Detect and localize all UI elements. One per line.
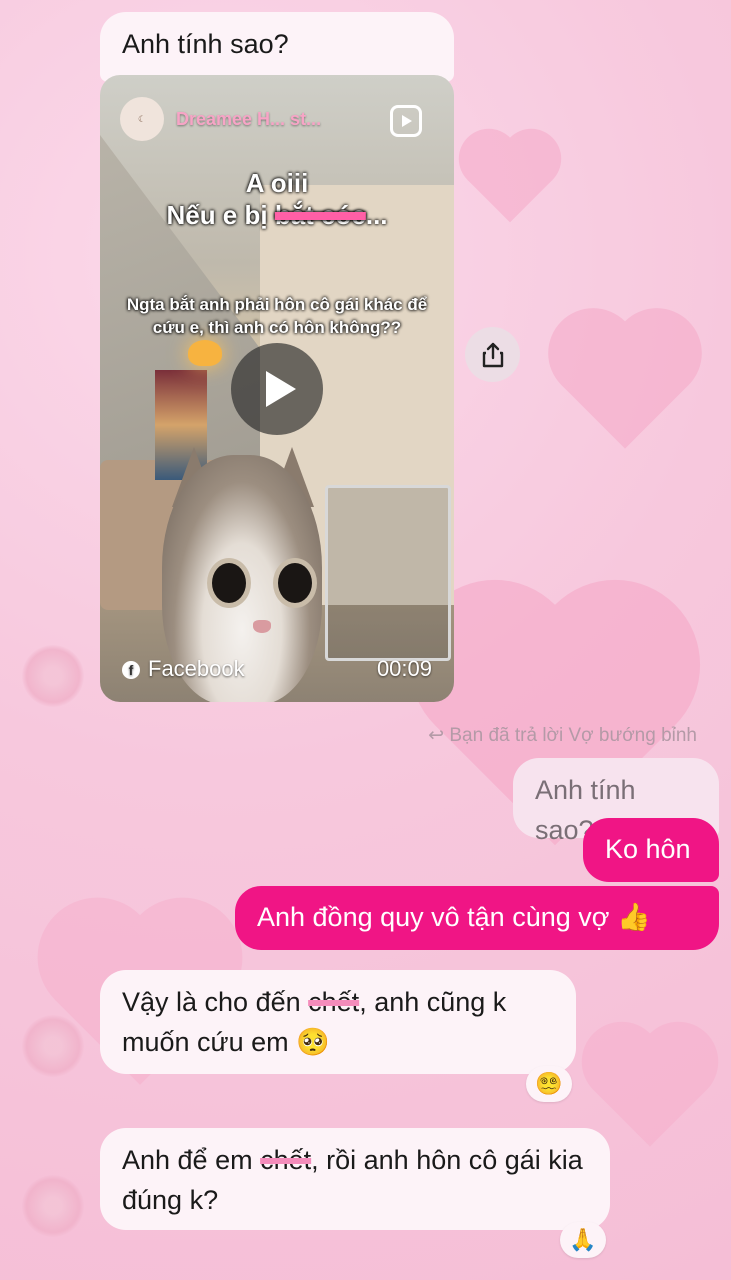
share-icon — [482, 342, 503, 367]
message-text: Anh tính sao? — [122, 29, 289, 59]
incoming-message[interactable]: Anh để em chết, rồi anh hôn cô gái kia đ… — [100, 1128, 610, 1230]
shared-video-card[interactable]: ☾ Dreamee H... st... A oiii Nếu e bị bắt… — [100, 75, 454, 702]
outgoing-message[interactable]: Ko hôn — [583, 818, 719, 882]
message-reaction[interactable]: 🙏 — [560, 1222, 606, 1258]
play-icon[interactable] — [231, 343, 323, 435]
incoming-message[interactable]: Anh tính sao? — [100, 12, 454, 82]
share-button[interactable] — [465, 327, 520, 382]
facebook-icon: f — [122, 661, 140, 679]
background-heart — [561, 321, 689, 449]
message-reaction[interactable]: 😵‍💫 — [526, 1066, 572, 1102]
avatar[interactable] — [22, 645, 84, 707]
background-heart — [467, 137, 553, 223]
incoming-message[interactable]: Vậy là cho đến chết, anh cũng k muốn cứu… — [100, 970, 576, 1074]
avatar[interactable] — [22, 1175, 84, 1237]
channel-name: Dreamee H... st... — [176, 108, 322, 129]
outgoing-message[interactable]: Anh đồng quy vô tận cùng vợ 👍 — [235, 886, 719, 950]
video-header: ☾ Dreamee H... st... — [120, 97, 321, 141]
video-subcaption: Ngta bắt anh phải hôn cô gái khác để cứu… — [126, 295, 428, 337]
reels-icon — [390, 105, 422, 137]
reply-arrow-icon: ↩ — [428, 725, 445, 746]
video-duration: 00:09 — [376, 656, 432, 681]
reply-note: ↩ Bạn đã trả lời Vợ bướng bỉnh — [428, 725, 697, 746]
video-footer: f Facebook 00:09 — [122, 656, 432, 682]
background-heart — [593, 1033, 707, 1147]
avatar[interactable] — [22, 1015, 84, 1077]
channel-avatar: ☾ — [120, 97, 164, 141]
video-source: Facebook — [148, 656, 245, 681]
video-caption: A oiii Nếu e bị bắt cóc... — [166, 168, 388, 230]
